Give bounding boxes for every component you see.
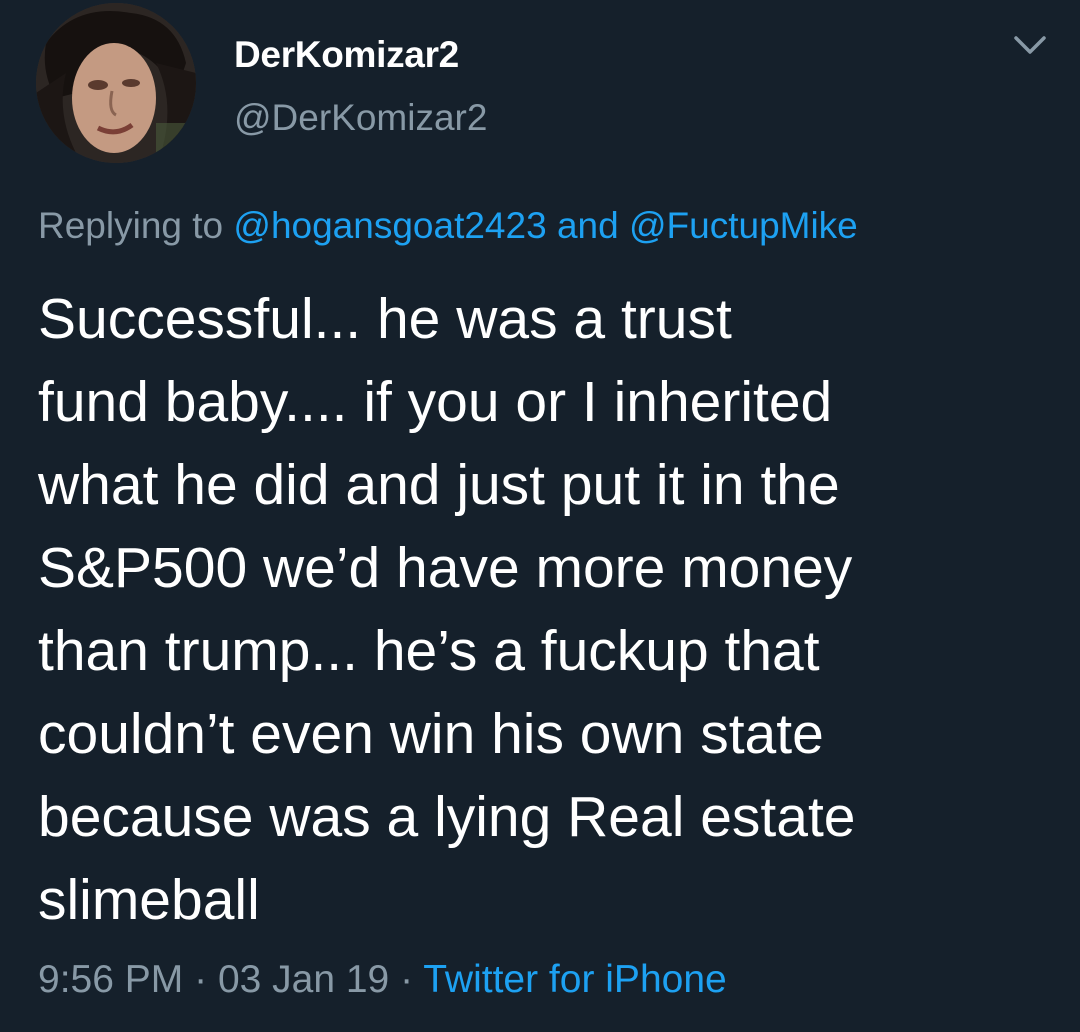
replying-to-label: Replying to: [38, 205, 224, 246]
avatar[interactable]: [36, 3, 196, 163]
meta-separator: ·: [400, 958, 414, 1001]
tweet-text-line: S&P500 we’d have more money: [38, 536, 853, 600]
mention-link[interactable]: @hogansgoat2423: [233, 205, 546, 246]
avatar-image: [36, 3, 196, 163]
tweet-text-line: fund baby.... if you or I inherited: [38, 370, 833, 434]
tweet-text-line: slimeball: [38, 868, 260, 932]
tweet-meta: 9:56 PM · 03 Jan 19 · Twitter for iPhone: [38, 958, 727, 1002]
meta-separator: ·: [194, 958, 208, 1001]
user-handle[interactable]: @DerKomizar2: [234, 97, 487, 139]
display-name[interactable]: DerKomizar2: [234, 34, 459, 76]
tweet-text-line: because was a lying Real estate: [38, 785, 856, 849]
tweet-text-line: couldn’t even win his own state: [38, 702, 824, 766]
tweet-text-line: what he did and just put it in the: [38, 453, 840, 517]
mention-link[interactable]: @FuctupMike: [629, 205, 858, 246]
replying-to-line: Replying to @hogansgoat2423 and @FuctupM…: [38, 205, 858, 247]
tweet-date[interactable]: 03 Jan 19: [218, 958, 389, 1001]
tweet-text-line: Successful... he was a trust: [38, 287, 732, 351]
replying-to-conjunction: and: [556, 205, 619, 246]
tweet-text: Successful... he was a trust fund baby..…: [38, 278, 1038, 942]
tweet-time[interactable]: 9:56 PM: [38, 958, 183, 1001]
tweet-source-link[interactable]: Twitter for iPhone: [423, 958, 726, 1001]
tweet-text-line: than trump... he’s a fuckup that: [38, 619, 820, 683]
chevron-down-icon[interactable]: [1010, 30, 1050, 60]
tweet-card: DerKomizar2 @DerKomizar2 Replying to @ho…: [0, 0, 1080, 1032]
